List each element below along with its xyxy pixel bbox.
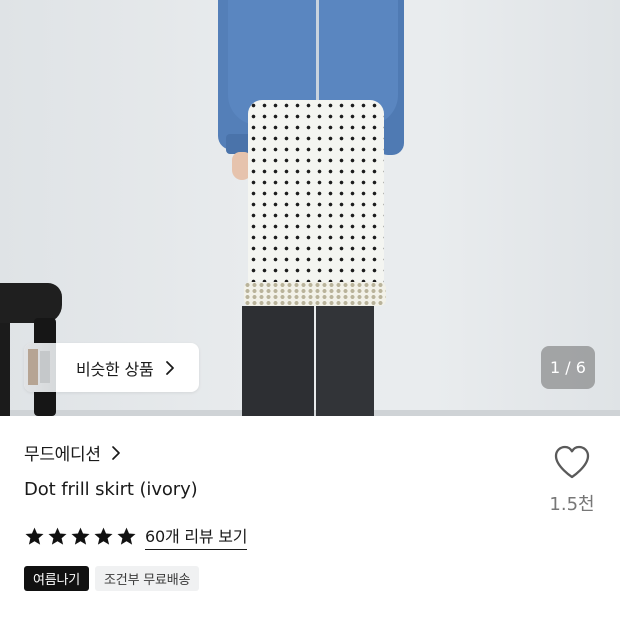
product-photo[interactable]: 비슷한 상품 1 / 6 (0, 0, 620, 416)
similar-products-label: 비슷한 상품 (76, 359, 154, 379)
photo-jeans-left-leg (242, 306, 314, 416)
rating-row: 60개 리뷰 보기 (24, 523, 248, 550)
rating-stars (24, 526, 137, 547)
star-filled-icon (48, 527, 67, 545)
chevron-right-icon (165, 360, 174, 375)
like-button[interactable]: 1.5천 (540, 444, 604, 516)
similar-products-thumbnail (24, 343, 56, 392)
star-filled-icon (71, 527, 90, 545)
brand-link[interactable]: 무드에디션 (24, 440, 123, 465)
product-tags: 여름나기 조건부 무료배송 (24, 566, 200, 591)
star-filled-icon (25, 527, 44, 545)
product-title: Dot frill skirt (ivory) (24, 479, 198, 500)
star-filled-icon (117, 527, 136, 545)
tag-free-shipping: 조건부 무료배송 (95, 566, 200, 591)
like-count: 1.5천 (549, 494, 595, 515)
photo-jeans-right-leg (316, 306, 374, 416)
photo-chair-seat (0, 283, 62, 323)
tag-summer: 여름나기 (24, 566, 90, 591)
brand-name: 무드에디션 (24, 445, 101, 465)
star-filled-icon (94, 527, 113, 545)
gallery-page-counter: 1 / 6 (541, 346, 595, 389)
photo-dot-skirt (248, 100, 384, 290)
review-link[interactable]: 60개 리뷰 보기 (145, 523, 248, 550)
chevron-right-icon (111, 445, 120, 460)
photo-skirt-frill (244, 282, 386, 306)
heart-outline-icon (554, 445, 590, 479)
photo-chair-back (0, 316, 10, 416)
photo-hoodie-zipper (316, 0, 319, 108)
similar-products-button[interactable]: 비슷한 상품 (24, 343, 199, 392)
